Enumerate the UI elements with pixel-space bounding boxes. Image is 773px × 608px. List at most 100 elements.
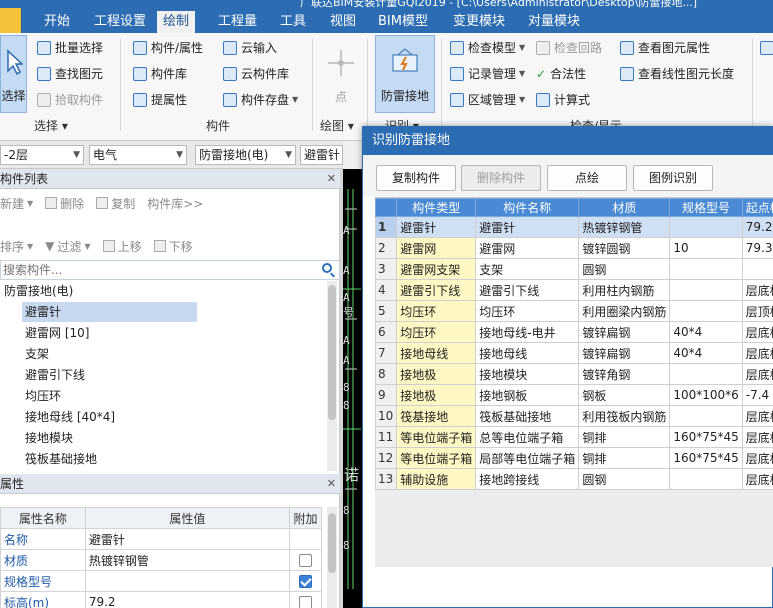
record-management-button[interactable]: 记录管理 ▼ (450, 63, 525, 85)
component-type-cell[interactable]: 筏基接地 (396, 405, 477, 427)
start-elevation-cell[interactable]: 层底标高 (741, 405, 773, 427)
table-row[interactable]: 1 避雷针 避雷针 热镀锌钢管 79.2 (375, 216, 773, 238)
material-cell[interactable]: 圆钢 (578, 468, 671, 490)
tree-node-raft-grounding[interactable]: 筏板基础接地 (25, 449, 97, 469)
find-element-button[interactable]: 查找图元 (37, 63, 103, 85)
check-model-button[interactable]: 检查模型 ▼ (450, 37, 525, 59)
move-down-button[interactable]: 下移 (153, 238, 193, 255)
start-elevation-cell[interactable]: -7.4 (741, 384, 773, 406)
property-value[interactable]: 避雷针 (84, 528, 290, 550)
material-cell[interactable]: 镀锌扁钢 (578, 342, 671, 364)
close-icon[interactable]: ✕ (327, 169, 336, 189)
start-elevation-cell[interactable] (741, 258, 773, 280)
property-scrollbar[interactable] (327, 507, 337, 608)
filter-button[interactable]: ▼ 过滤 ▼ (45, 238, 90, 255)
spec-cell[interactable]: 160*75*45 (669, 426, 743, 448)
menu-quantities[interactable]: 工程量 (212, 11, 263, 32)
delete-component-button[interactable]: 删除 (45, 195, 84, 212)
table-row[interactable]: 4避雷引下线避雷引下线利用柱内钢筋层底标高 (375, 279, 773, 301)
property-value[interactable]: 热镀锌钢管 (84, 549, 290, 571)
close-icon[interactable]: ✕ (327, 474, 336, 494)
start-elevation-cell[interactable]: 79.3 (741, 237, 773, 259)
component-library-button[interactable]: 构件库 (133, 63, 187, 85)
component-library-link[interactable]: 构件库>> (147, 195, 203, 212)
delete-component-button[interactable]: 删除构件 (461, 165, 541, 191)
component-name-cell[interactable]: 均压环 (475, 300, 580, 322)
start-elevation-cell[interactable]: 79.2 (741, 216, 773, 238)
start-elevation-cell[interactable]: 层顶标高 (741, 300, 773, 322)
component-type-cell[interactable]: 接地极 (396, 363, 477, 385)
start-elevation-cell[interactable]: 层底标高 (741, 363, 773, 385)
copy-component-button[interactable]: 复制构件 (376, 165, 456, 191)
spec-cell[interactable] (669, 468, 743, 490)
component-name-cell[interactable]: 接地跨接线 (475, 468, 580, 490)
spec-cell[interactable] (669, 300, 743, 322)
check-circuit-button[interactable]: 检查回路 (536, 37, 602, 59)
component-name-cell[interactable]: 接地母线 (475, 342, 580, 364)
material-cell[interactable]: 热镀锌钢管 (578, 216, 671, 238)
point-draw-button[interactable]: 点 (320, 35, 362, 113)
material-cell[interactable]: 利用筏板内钢筋 (578, 405, 671, 427)
table-row[interactable]: 13辅助设施接地跨接线圆钢 层底标高 (375, 468, 773, 490)
component-type-cell[interactable]: 均压环 (396, 300, 477, 322)
app-logo-icon[interactable] (0, 8, 22, 33)
pick-component-button[interactable]: 拾取构件 (37, 89, 103, 111)
table-row[interactable]: 12等电位端子箱局部等电位端子箱铜排160*75*45层底标高 (375, 447, 773, 469)
table-row[interactable]: 7接地母线接地母线镀锌扁钢40*4层底标高 (375, 342, 773, 364)
tree-node-down-conductor[interactable]: 避雷引下线 (25, 365, 85, 385)
tree-node-equalizing-ring[interactable]: 均压环 (25, 386, 61, 406)
tree-node-ground-bus[interactable]: 接地母线 [40*4] (25, 407, 115, 427)
menu-start[interactable]: 开始 (38, 11, 76, 32)
copy-component-button[interactable]: 复制 (96, 195, 135, 212)
move-up-button[interactable]: 上移 (102, 238, 142, 255)
batch-select-button[interactable]: 批量选择 (37, 37, 103, 59)
formula-button[interactable]: 计算式 (536, 89, 590, 111)
component-name-cell[interactable]: 总等电位端子箱 (475, 426, 580, 448)
area-management-button[interactable]: 区域管理 ▼ (450, 89, 525, 111)
spec-cell[interactable] (669, 279, 743, 301)
component-type-cell[interactable]: 避雷网支架 (396, 258, 477, 280)
start-elevation-cell[interactable]: 层底标高 (741, 321, 773, 343)
scrollbar-thumb[interactable] (328, 285, 336, 420)
column-header[interactable]: 规格型号 (669, 198, 743, 217)
start-elevation-cell[interactable]: 层底标高 (741, 468, 773, 490)
spec-cell[interactable]: 10 (669, 237, 743, 259)
spec-cell[interactable] (669, 363, 743, 385)
material-cell[interactable]: 镀锌角钢 (578, 363, 671, 385)
type-select[interactable]: 避雷针 (300, 145, 343, 165)
attach-checkbox[interactable] (298, 575, 312, 588)
extract-properties-button[interactable]: 提属性 (133, 89, 187, 111)
search-input[interactable] (1, 261, 311, 279)
table-row[interactable]: 11等电位端子箱总等电位端子箱铜排160*75*45层底标高 (375, 426, 773, 448)
column-header[interactable]: 起点标高 (741, 198, 773, 217)
component-type-cell[interactable]: 等电位端子箱 (396, 447, 477, 469)
start-elevation-cell[interactable]: 层底标高 (741, 342, 773, 364)
material-cell[interactable]: 镀锌扁钢 (578, 321, 671, 343)
table-row[interactable]: 5均压环均压环利用圈梁内钢筋层顶标高 (375, 300, 773, 322)
component-name-cell[interactable]: 避雷网 (475, 237, 580, 259)
search-icon[interactable] (322, 263, 332, 273)
ribbon-overflow-button[interactable] (760, 37, 773, 59)
property-row[interactable]: 名称 避雷针 (0, 528, 323, 550)
spec-cell[interactable]: 40*4 (669, 321, 743, 343)
table-row[interactable]: 10筏基接地筏板基础接地利用筏板内钢筋 层底标高 (375, 405, 773, 427)
spec-cell[interactable]: 40*4 (669, 342, 743, 364)
material-cell[interactable]: 钢板 (578, 384, 671, 406)
material-cell[interactable]: 利用柱内钢筋 (578, 279, 671, 301)
component-properties-button[interactable]: 构件/属性 (133, 37, 203, 59)
legend-identify-button[interactable]: 图例识别 (633, 165, 713, 191)
component-type-cell[interactable]: 接地母线 (396, 342, 477, 364)
floor-select[interactable]: -2层 ▼ (0, 145, 84, 165)
property-row[interactable]: 标高(m) 79.2 (0, 591, 323, 608)
validity-button[interactable]: ✓ 合法性 (536, 63, 586, 85)
attach-checkbox[interactable] (298, 554, 312, 567)
component-name-cell[interactable]: 筏板基础接地 (475, 405, 580, 427)
material-cell[interactable]: 镀锌圆钢 (578, 237, 671, 259)
component-type-cell[interactable]: 辅助设施 (396, 468, 477, 490)
view-element-properties-button[interactable]: 查看图元属性 (620, 37, 710, 59)
new-component-button[interactable]: 新建 ▼ (0, 195, 33, 212)
select-button[interactable]: 选择 (0, 35, 27, 113)
table-row[interactable]: 6均压环接地母线-电井镀锌扁钢40*4层底标高 (375, 321, 773, 343)
material-cell[interactable]: 利用圈梁内钢筋 (578, 300, 671, 322)
component-type-cell[interactable]: 均压环 (396, 321, 477, 343)
